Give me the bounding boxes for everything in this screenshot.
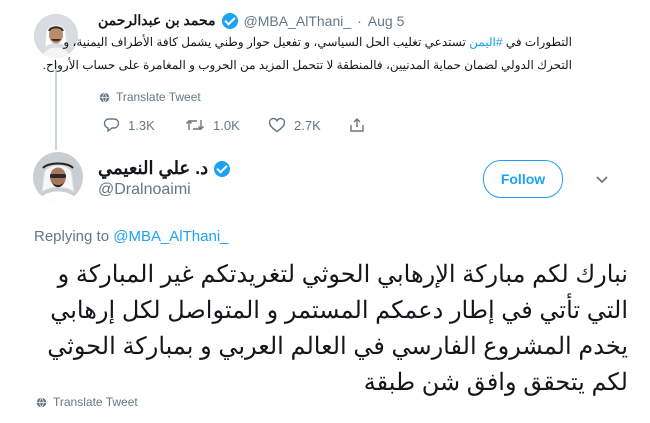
tweet-actions: 1.3K 1.0K 2.7K — [103, 115, 373, 137]
hashtag-link[interactable]: #اليمن — [469, 35, 502, 49]
thread-line — [55, 62, 57, 150]
quoted-tweet-line-2: التحرك الدولي لضمان حماية المدنيين، فالم… — [42, 58, 572, 72]
avatar-dralnoaimi[interactable] — [33, 152, 83, 202]
more-options-button[interactable] — [594, 173, 610, 185]
reply-name-row: د. علي النعيمي — [98, 158, 358, 179]
quoted-tweet-header: محمد بن عبدالرحمن @MBA_AlThani_ · Aug 5 — [98, 12, 458, 29]
share-action[interactable] — [349, 117, 365, 133]
reply-tweet-text: نبارك لكم مباركة الإرهابي الحوثي لتغريدت… — [30, 257, 628, 401]
like-action[interactable]: 2.7K — [268, 117, 321, 133]
reply-text-line-3: يخدم المشروع الفارسي في العالم العربي و … — [47, 333, 628, 360]
display-name[interactable]: محمد بن عبدالرحمن — [98, 12, 216, 29]
reply-action[interactable]: 1.3K — [103, 117, 155, 133]
quoted-tweet-text: التطورات في #اليمن تستدعي تغليب الحل الس… — [42, 34, 572, 74]
like-count: 2.7K — [294, 117, 321, 133]
replying-to-handle[interactable]: @MBA_AlThani_ — [113, 228, 228, 245]
reply-text-line-1: نبارك لكم مباركة الإرهابي الحوثي لتغريدت… — [57, 261, 628, 288]
retweet-count: 1.0K — [213, 117, 240, 133]
translate-label: Translate Tweet — [116, 90, 201, 104]
chevron-down-icon — [596, 176, 608, 184]
globe-icon — [36, 397, 47, 407]
user-handle[interactable]: @MBA_AlThani_ — [244, 13, 352, 29]
separator: · — [357, 12, 362, 29]
reply-count: 1.3K — [128, 117, 155, 133]
reply-text-line-2: التي تأتي في إطار دعمكم المستمر و المتوا… — [50, 297, 628, 324]
tweet-date[interactable]: Aug 5 — [368, 13, 405, 29]
follow-button[interactable]: Follow — [483, 160, 563, 198]
share-icon — [350, 118, 364, 132]
replying-to-label: Replying to — [34, 228, 110, 245]
replying-to: Replying to @MBA_AlThani_ — [34, 228, 229, 245]
verified-badge-icon — [221, 12, 238, 29]
avatar-photo — [33, 152, 83, 202]
retweet-icon — [186, 120, 204, 130]
translate-label: Translate Tweet — [53, 395, 138, 409]
reply-icon — [103, 118, 120, 133]
user-handle[interactable]: @Dralnoaimi — [98, 181, 358, 199]
globe-icon — [99, 92, 110, 102]
quoted-tweet-line-1: التطورات في #اليمن تستدعي تغليب الحل الس… — [63, 35, 572, 49]
retweet-action[interactable]: 1.0K — [185, 117, 240, 133]
translate-tweet-link[interactable]: Translate Tweet — [36, 395, 138, 409]
like-icon — [268, 117, 286, 133]
translate-tweet-link[interactable]: Translate Tweet — [99, 90, 201, 104]
display-name[interactable]: د. علي النعيمي — [98, 158, 208, 179]
reply-user-info: د. علي النعيمي @Dralnoaimi — [98, 158, 358, 199]
verified-badge-icon — [214, 160, 231, 177]
